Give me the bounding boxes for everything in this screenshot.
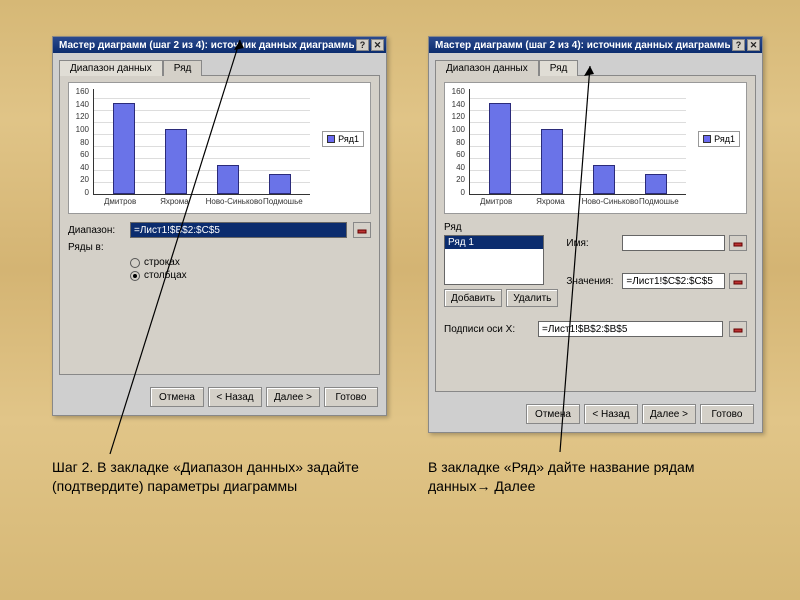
chart-wizard-dialog-series: Мастер диаграмм (шаг 2 из 4): источник д… [428,36,763,433]
plot-area [469,89,686,195]
series-list-label: Ряд [444,222,747,233]
bar-2 [165,129,187,194]
titlebar[interactable]: Мастер диаграмм (шаг 2 из 4): источник д… [53,37,386,53]
add-series-button[interactable]: Добавить [444,289,502,307]
collapse-dialog-icon[interactable] [729,273,747,289]
collapse-dialog-icon[interactable] [729,235,747,251]
close-icon[interactable]: ✕ [371,39,384,51]
y-axis-ticks: 160 140 120 100 80 60 40 20 0 [71,87,89,197]
tab-data-range[interactable]: Диапазон данных [59,60,163,76]
series-listbox[interactable]: Ряд 1 [444,235,544,285]
next-button[interactable]: Далее > [642,404,696,424]
caption-right: В закладке «Ряд» дайте название рядам да… [428,458,748,496]
next-button[interactable]: Далее > [266,387,320,407]
radio-columns[interactable]: столбцах [130,270,371,281]
chart-legend: Ряд1 [698,131,740,147]
help-icon[interactable]: ? [356,39,369,51]
dialog-button-row: Отмена < Назад Далее > Готово [429,398,762,430]
finish-button[interactable]: Готово [324,387,378,407]
x-axis-labels: Дмитров Яхрома Ново-Синьково Подмошье [93,197,310,211]
collapse-dialog-icon[interactable] [729,321,747,337]
x-axis-labels: Дмитров Яхрома Ново-Синьково Подмошье [469,197,686,211]
close-icon[interactable]: ✕ [747,39,760,51]
plot-area [93,89,310,195]
xaxis-labels-input[interactable]: =Лист1!$B$2:$B$5 [538,321,723,337]
chart-wizard-dialog-range: Мастер диаграмм (шаг 2 из 4): источник д… [52,36,387,416]
rows-in-label: Ряды в: [68,242,124,253]
tab-series[interactable]: Ряд [163,60,203,76]
cancel-button[interactable]: Отмена [150,387,204,407]
remove-series-button[interactable]: Удалить [506,289,558,307]
back-button[interactable]: < Назад [584,404,638,424]
y-axis-ticks: 160 140 120 100 80 60 40 20 0 [447,87,465,197]
chart-legend: Ряд1 [322,131,364,147]
bar-1 [489,103,511,194]
bar-3 [593,165,615,194]
window-title: Мастер диаграмм (шаг 2 из 4): источник д… [435,40,730,51]
tab-panel-range: 160 140 120 100 80 60 40 20 0 Дмитров [59,75,380,375]
finish-button[interactable]: Готово [700,404,754,424]
back-button[interactable]: < Назад [208,387,262,407]
chart-preview: 160 140 120 100 80 60 40 20 0 Дмитров [444,82,747,214]
bar-4 [269,174,291,194]
xaxis-labels-label: Подписи оси X: [444,324,532,335]
cancel-button[interactable]: Отмена [526,404,580,424]
tab-series[interactable]: Ряд [539,60,579,76]
bar-2 [541,129,563,194]
chart-preview: 160 140 120 100 80 60 40 20 0 Дмитров [68,82,371,214]
bar-1 [113,103,135,194]
series-values-input[interactable]: =Лист1!$C$2:$C$5 [622,273,725,289]
radio-rows[interactable]: строках [130,257,371,268]
range-label: Диапазон: [68,225,124,236]
radio-icon [130,258,140,268]
dialog-button-row: Отмена < Назад Далее > Готово [53,381,386,413]
legend-swatch-icon [703,135,711,143]
list-item[interactable]: Ряд 1 [445,236,543,249]
series-name-input[interactable] [622,235,725,251]
titlebar[interactable]: Мастер диаграмм (шаг 2 из 4): источник д… [429,37,762,53]
bar-3 [217,165,239,194]
series-name-label: Имя: [566,238,618,249]
help-icon[interactable]: ? [732,39,745,51]
legend-swatch-icon [327,135,335,143]
tab-panel-series: 160 140 120 100 80 60 40 20 0 Дмитров [435,75,756,392]
series-values-label: Значения: [566,276,618,287]
radio-icon [130,271,140,281]
caption-left: Шаг 2. В закладке «Диапазон данных» зада… [52,458,382,496]
range-input[interactable]: =Лист1!$B$2:$C$5 [130,222,347,238]
window-title: Мастер диаграмм (шаг 2 из 4): источник д… [59,40,354,51]
bar-4 [645,174,667,194]
tab-data-range[interactable]: Диапазон данных [435,60,539,76]
collapse-dialog-icon[interactable] [353,222,371,238]
